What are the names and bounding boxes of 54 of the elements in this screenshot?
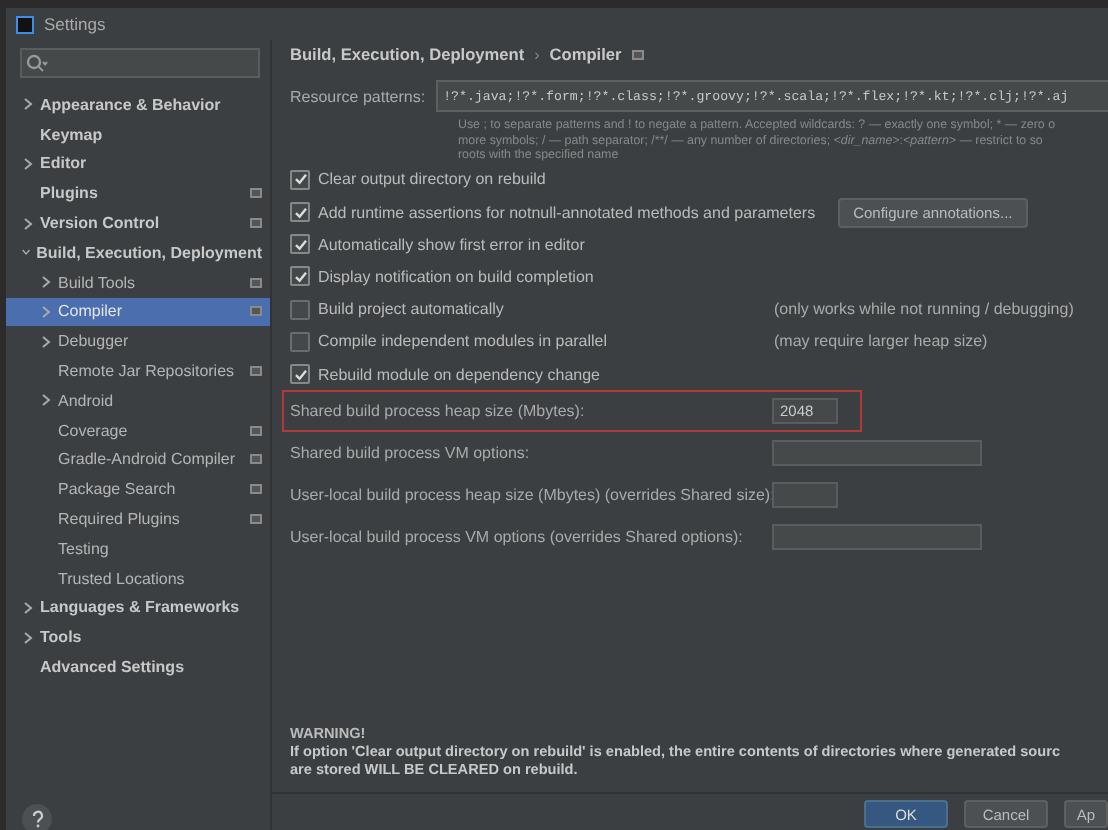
checkbox-label[interactable]: Build project automatically [318, 300, 504, 319]
search-field[interactable] [20, 48, 260, 78]
field-label: User-local build process VM options (overrides Shared options): [290, 528, 745, 547]
sidebar-item[interactable]: Build Tools [6, 267, 270, 298]
checkbox-label[interactable]: Automatically show first error in editor [318, 235, 585, 254]
search-icon [26, 54, 48, 72]
field-label: Shared build process VM options: [290, 444, 532, 463]
checkbox-label[interactable]: Display notification on build completion [318, 267, 594, 286]
help-button[interactable] [22, 804, 52, 830]
sidebar-item[interactable]: Version Control [6, 208, 270, 238]
sidebar-item[interactable]: Appearance & Behavior [6, 90, 270, 120]
checkbox[interactable] [290, 266, 310, 287]
field-label: Shared build process heap size (Mbytes): [290, 403, 587, 419]
sidebar-item[interactable]: Languages & Frameworks [6, 593, 270, 623]
sidebar-item[interactable]: Compiler [6, 297, 270, 327]
project-settings-icon [631, 49, 644, 59]
window-title: Settings [44, 14, 106, 34]
checkbox[interactable] [290, 299, 310, 320]
checkbox-label[interactable]: Clear output directory on rebuild [318, 170, 546, 189]
checkbox[interactable] [290, 202, 310, 223]
breadcrumb-page: Compiler [549, 44, 622, 64]
sidebar-item[interactable]: Advanced Settings [6, 652, 270, 682]
question-mark-icon [29, 810, 45, 828]
checkbox[interactable] [290, 331, 310, 352]
text-field[interactable] [772, 482, 838, 509]
sidebar-item[interactable]: Tools [6, 622, 270, 653]
checkbox[interactable] [290, 234, 310, 255]
checkbox-label[interactable]: Rebuild module on dependency change [318, 365, 600, 383]
checkbox[interactable] [290, 169, 310, 190]
checkbox-label[interactable]: Compile independent modules in parallel [318, 332, 608, 351]
option-note: (may require larger heap size) [774, 332, 988, 351]
resource-patterns-label: Resource patterns: [290, 87, 426, 105]
app-logo-icon [16, 15, 34, 33]
sidebar-item[interactable]: Required Plugins [6, 504, 270, 534]
sidebar-item[interactable]: Trusted Locations [6, 563, 270, 594]
text-field[interactable] [772, 524, 982, 551]
breadcrumb-section: Build, Execution, Deployment [290, 44, 525, 64]
breadcrumb-separator: › [534, 45, 540, 63]
sidebar-item[interactable]: Package Search [6, 474, 270, 505]
checkbox[interactable] [290, 364, 310, 384]
sidebar-item[interactable]: Remote Jar Repositories [6, 356, 270, 386]
sidebar-item[interactable]: Testing [6, 533, 270, 564]
option-note: (only works while not running / debugging) [774, 300, 1074, 319]
sidebar-item[interactable]: Gradle-Android Compiler [6, 445, 270, 475]
sidebar-item[interactable]: Android [6, 385, 270, 416]
checkbox-label[interactable]: Add runtime assertions for notnull-annotated methods and parameters [318, 203, 816, 222]
sidebar-item[interactable]: Plugins [6, 178, 270, 209]
text-field[interactable] [772, 440, 982, 467]
field-label: User-local build process heap size (Mbytes) (overrides Shared size): [290, 486, 772, 505]
sidebar-item[interactable]: Coverage [6, 415, 270, 446]
sidebar-item[interactable]: Editor [6, 149, 270, 179]
sidebar-item[interactable]: Keymap [6, 119, 270, 150]
sidebar-item[interactable]: Debugger [6, 326, 270, 357]
sidebar-item[interactable]: Build, Execution, Deployment [6, 237, 270, 268]
